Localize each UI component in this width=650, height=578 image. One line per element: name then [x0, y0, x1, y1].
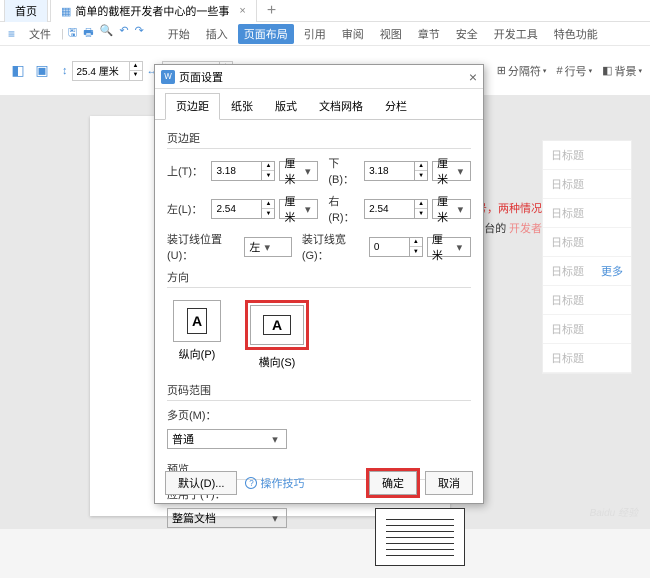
cancel-button[interactable]: 取消 — [425, 471, 473, 495]
margins-icon[interactable]: ▣ — [32, 61, 52, 81]
bottom-unit[interactable]: 厘米▾ — [432, 161, 471, 181]
outline-sidebar: 日标题 日标题 日标题 日标题 日标题更多 日标题 日标题 日标题 — [542, 140, 632, 374]
gutter-pos-label: 装订线位置(U)： — [167, 231, 240, 263]
menu-security[interactable]: 安全 — [450, 24, 484, 44]
outline-item[interactable]: 日标题 — [543, 315, 631, 344]
dialog-tabs: 页边距 纸张 版式 文档网格 分栏 — [155, 89, 483, 120]
preview-thumbnail — [375, 508, 465, 566]
tab-home[interactable]: 首页 — [4, 0, 48, 22]
redo-icon[interactable]: ↷ — [135, 24, 144, 43]
document-tabs: 首页 ▦ 简单的截框开发者中心的一些事 × + — [0, 0, 650, 22]
bottom-field[interactable]: 3.18▲▼ — [364, 161, 428, 181]
top-label: 上(T)： — [167, 163, 207, 179]
outline-item[interactable]: 日标题更多 — [543, 257, 631, 286]
outline-item[interactable]: 日标题 — [543, 286, 631, 315]
group-range: 页码范围 — [167, 382, 471, 401]
menu-review[interactable]: 审阅 — [336, 24, 370, 44]
top-field[interactable]: 3.18▲▼ — [211, 161, 275, 181]
orientation-landscape[interactable]: 横向(S) — [245, 300, 309, 370]
line-numbers-button[interactable]: #行号▾ — [556, 63, 592, 79]
right-unit[interactable]: 厘米▾ — [432, 199, 471, 219]
bottom-label: 下(B)： — [328, 155, 360, 187]
background-button[interactable]: ◧背景▾ — [602, 63, 642, 79]
multipage-label: 多页(M)： — [167, 407, 223, 423]
print-icon[interactable]: 🖶 — [83, 24, 93, 43]
gutter-width-label: 装订线宽(G)： — [302, 231, 365, 263]
gutter-pos-select[interactable]: 左▾ — [244, 237, 292, 257]
orientation-portrait[interactable]: 纵向(P) — [173, 300, 221, 370]
outline-item[interactable]: 日标题 — [543, 344, 631, 373]
menu-file[interactable]: 文件 — [23, 24, 57, 44]
gutter-width-field[interactable]: 0▲▼ — [369, 237, 423, 257]
tips-link[interactable]: ?操作技巧 — [245, 475, 304, 491]
close-icon[interactable]: × — [239, 5, 245, 17]
ok-button[interactable]: 确定 — [369, 471, 417, 495]
dialog-title: 页面设置 — [179, 69, 223, 85]
width-input[interactable] — [73, 65, 129, 76]
left-unit[interactable]: 厘米▾ — [279, 199, 318, 219]
right-label: 右(R)： — [328, 193, 360, 225]
outline-item[interactable]: 日标题 — [543, 228, 631, 257]
tab-grid[interactable]: 文档网格 — [308, 93, 374, 119]
gutter-width-unit[interactable]: 厘米▾ — [427, 237, 471, 257]
preview-icon[interactable]: 🔍 — [100, 24, 114, 43]
close-button[interactable]: × — [469, 69, 477, 85]
apply-to-select[interactable]: 整篇文档▾ — [167, 508, 287, 528]
tab-paper[interactable]: 纸张 — [220, 93, 264, 119]
down-icon[interactable]: ▼ — [130, 71, 142, 80]
app-menu-icon[interactable]: ≡ — [8, 27, 15, 41]
tab-layout[interactable]: 版式 — [264, 93, 308, 119]
breaks-button[interactable]: ⊞分隔符▾ — [497, 63, 547, 79]
right-field[interactable]: 2.54▲▼ — [364, 199, 428, 219]
width-spinner[interactable]: ▲▼ — [72, 61, 143, 81]
menu-bar: ≡ 文件 | 🖫 🖶 🔍 ↶ ↷ 开始 插入 页面布局 引用 审阅 视图 章节 … — [0, 22, 650, 46]
tab-doc[interactable]: ▦ 简单的截框开发者中心的一些事 × — [50, 0, 257, 22]
outline-item[interactable]: 日标题 — [543, 170, 631, 199]
add-tab-button[interactable]: + — [259, 2, 284, 20]
default-button[interactable]: 默认(D)... — [165, 471, 237, 495]
undo-icon[interactable]: ↶ — [119, 24, 128, 43]
up-icon[interactable]: ▲ — [130, 62, 142, 71]
menu-chapter[interactable]: 章节 — [412, 24, 446, 44]
group-orientation: 方向 — [167, 269, 471, 288]
menu-view[interactable]: 视图 — [374, 24, 408, 44]
multipage-select[interactable]: 普通▾ — [167, 429, 287, 449]
left-label: 左(L)： — [167, 201, 207, 217]
menu-features[interactable]: 特色功能 — [548, 24, 604, 44]
page-setup-dialog: W 页面设置 × 页边距 纸张 版式 文档网格 分栏 页边距 上(T)： 3.1… — [154, 64, 484, 504]
app-icon: W — [161, 70, 175, 84]
watermark: Baidu 经验 — [590, 504, 638, 519]
dialog-footer: 默认(D)... ?操作技巧 确定 取消 — [165, 471, 473, 495]
theme-icon[interactable]: ◧ — [8, 61, 28, 81]
menu-page-layout[interactable]: 页面布局 — [238, 24, 294, 44]
menu-start[interactable]: 开始 — [162, 24, 196, 44]
tab-margins[interactable]: 页边距 — [165, 93, 220, 120]
outline-item[interactable]: 日标题 — [543, 199, 631, 228]
menu-insert[interactable]: 插入 — [200, 24, 234, 44]
menu-devtools[interactable]: 开发工具 — [488, 24, 544, 44]
quick-icons: 🖫 🖶 🔍 ↶ ↷ — [68, 24, 144, 43]
group-margins: 页边距 — [167, 130, 471, 149]
menu-reference[interactable]: 引用 — [298, 24, 332, 44]
doc-icon: ▦ — [61, 5, 71, 18]
left-field[interactable]: 2.54▲▼ — [211, 199, 275, 219]
top-unit[interactable]: 厘米▾ — [279, 161, 318, 181]
save-icon[interactable]: 🖫 — [68, 24, 77, 43]
outline-item[interactable]: 日标题 — [543, 141, 631, 170]
dialog-titlebar: W 页面设置 × — [155, 65, 483, 89]
tab-columns[interactable]: 分栏 — [374, 93, 418, 119]
